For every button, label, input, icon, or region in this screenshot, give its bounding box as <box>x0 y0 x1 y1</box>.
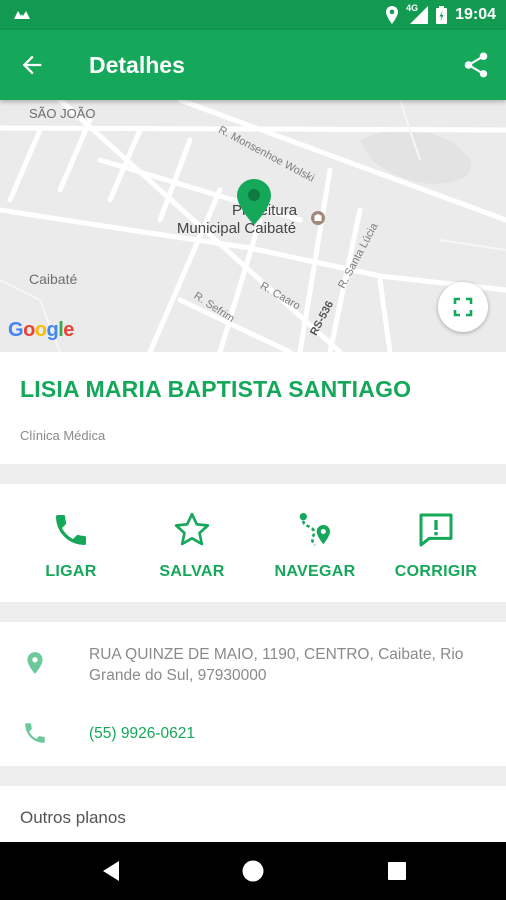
correct-label: CORRIGIR <box>394 563 478 580</box>
place-name: LISIA MARIA BAPTISTA SANTIAGO <box>20 376 412 402</box>
navigate-button[interactable]: NAVEGAR <box>252 484 378 602</box>
map-label-city: Caibaté <box>29 271 78 287</box>
signal-icon: 4G <box>406 3 429 24</box>
google-logo: Google <box>8 319 74 341</box>
navigate-label: NAVEGAR <box>274 563 356 580</box>
battery-icon <box>436 6 448 24</box>
app-bar: Detalhes <box>0 30 506 100</box>
address-row[interactable]: RUA QUINZE DE MAIO, 1190, CENTRO, Caibat… <box>0 642 506 702</box>
route-icon <box>299 513 330 546</box>
arrow-left-icon[interactable] <box>18 51 46 79</box>
nav-home-icon[interactable] <box>240 858 266 884</box>
place-category: Clínica Médica <box>20 428 106 443</box>
other-plans-card: Outros planos <box>0 786 506 842</box>
info-card: RUA QUINZE DE MAIO, 1190, CENTRO, Caibat… <box>0 622 506 766</box>
feedback-icon <box>419 513 453 547</box>
map-view[interactable]: SÃO JOÃO Caibaté R. Monsenhoe Wolski R. … <box>0 100 506 352</box>
star-icon <box>174 512 210 546</box>
other-plans-heading: Outros planos <box>20 808 126 827</box>
map-label-neighborhood: SÃO JOÃO <box>29 106 96 121</box>
address-text: RUA QUINZE DE MAIO, 1190, CENTRO, Caibat… <box>89 646 464 684</box>
system-nav-bar <box>0 842 506 900</box>
phone-small-icon <box>25 723 45 743</box>
page-title: Detalhes <box>89 52 185 78</box>
phone-text: (55) 9926-0621 <box>89 725 195 742</box>
phone-icon <box>56 515 86 545</box>
save-button[interactable]: SALVAR <box>129 484 255 602</box>
nav-back-icon[interactable] <box>99 858 125 884</box>
location-icon <box>386 6 399 24</box>
call-button[interactable]: LIGAR <box>8 484 134 602</box>
place-header-card: LISIA MARIA BAPTISTA SANTIAGO Clínica Mé… <box>0 352 506 464</box>
map-expand-button[interactable] <box>438 282 488 332</box>
nav-recents-icon[interactable] <box>384 858 410 884</box>
location-pin-icon <box>27 652 43 674</box>
phone-row[interactable]: (55) 9926-0621 <box>0 718 506 752</box>
status-bar: 4G 19:04 <box>0 0 506 30</box>
correct-button[interactable]: CORRIGIR <box>373 484 499 602</box>
notification-icon <box>14 11 30 19</box>
status-time: 19:04 <box>455 6 496 23</box>
call-label: LIGAR <box>45 563 97 580</box>
share-icon[interactable] <box>461 50 491 80</box>
actions-card: LIGAR SALVAR NAVEGAR CORRIGIR <box>0 484 506 602</box>
fullscreen-icon <box>453 297 473 317</box>
save-label: SALVAR <box>159 563 225 580</box>
poi-building-icon <box>311 211 325 225</box>
map-marker-icon[interactable] <box>237 179 271 225</box>
